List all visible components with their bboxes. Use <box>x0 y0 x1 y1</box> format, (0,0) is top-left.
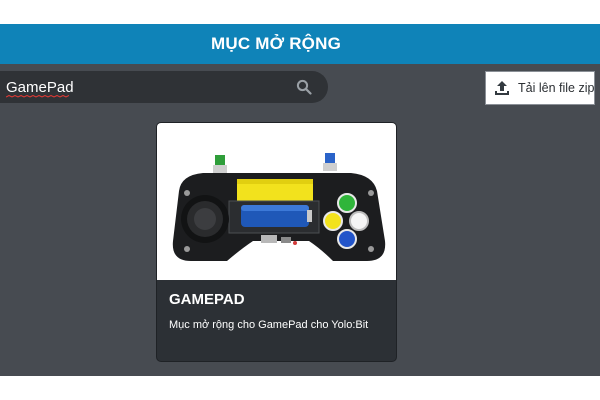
search-icon[interactable] <box>296 79 312 95</box>
gamepad-illustration <box>172 153 386 261</box>
page-title: MỤC MỞ RỘNG <box>210 34 342 53</box>
search-bar <box>0 71 328 103</box>
spellcheck-underline <box>6 95 69 98</box>
extension-card-gamepad[interactable]: GAMEPAD Mục mở rộng cho GamePad cho Yolo… <box>156 122 397 362</box>
extensions-panel: MỤC MỞ RỘNG Tải lên file zip <box>0 24 600 376</box>
extension-description: Mục mở rộng cho GamePad cho Yolo:Bit <box>169 319 369 331</box>
upload-icon <box>495 81 509 95</box>
gamepad-image <box>157 123 396 280</box>
upload-zip-button[interactable]: Tải lên file zip <box>485 71 595 105</box>
upload-button-label: Tải lên file zip <box>518 81 595 95</box>
page-title-bar: MỤC MỞ RỘNG <box>0 24 600 64</box>
extension-title: GAMEPAD <box>169 291 245 308</box>
